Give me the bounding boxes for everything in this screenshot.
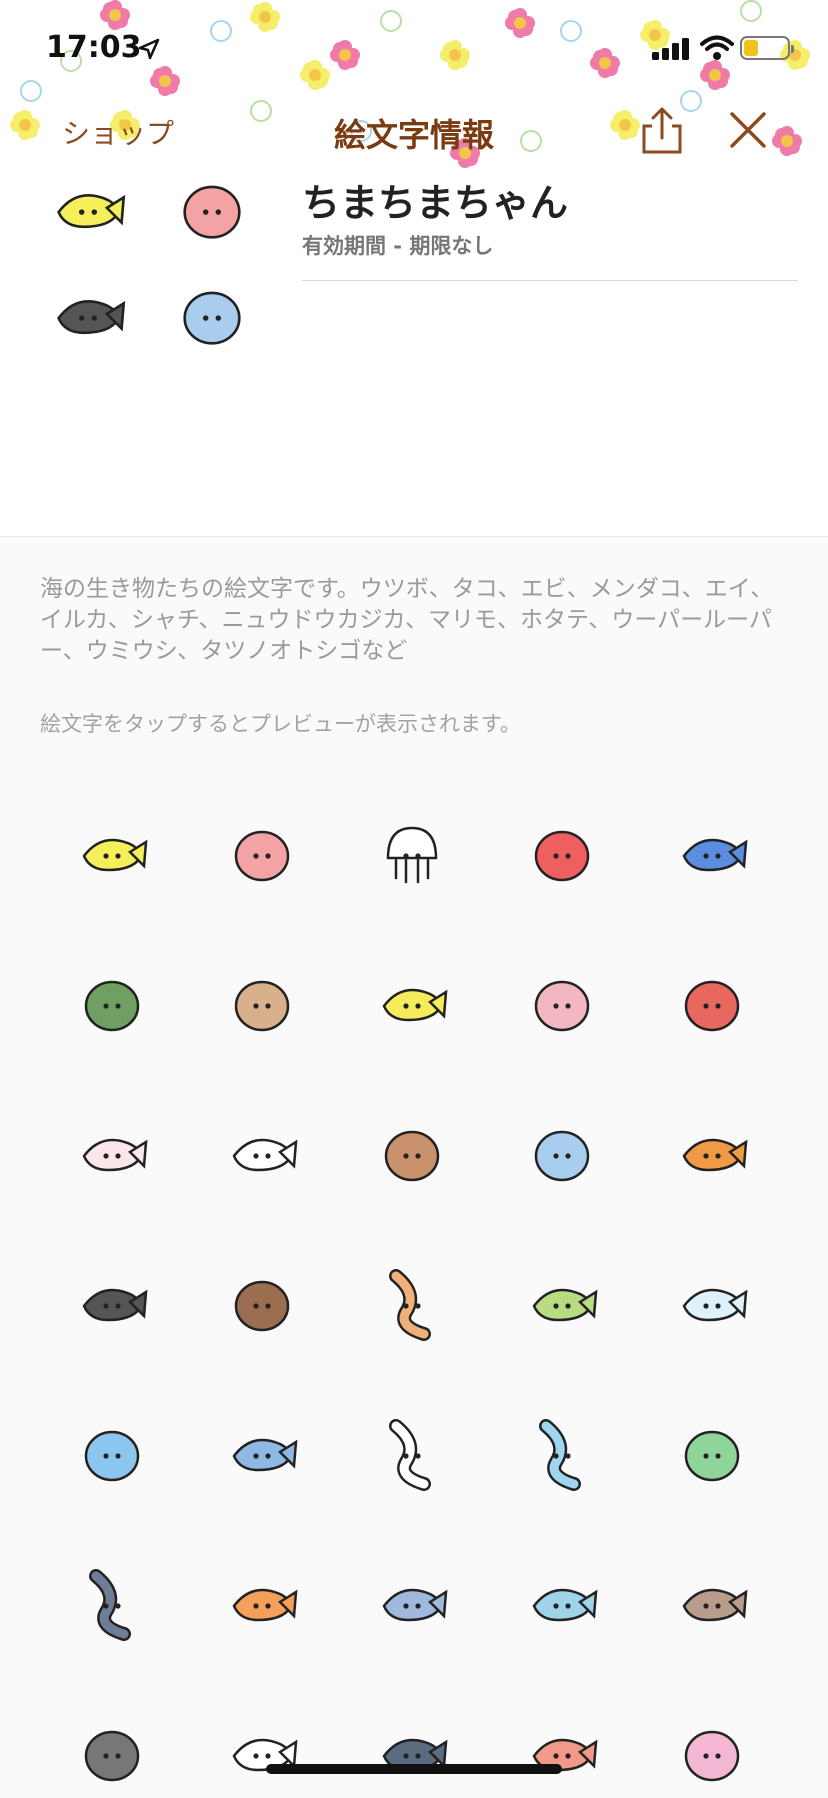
sea-slug-icon[interactable] (522, 1114, 602, 1194)
dumbo-pink-icon[interactable] (672, 1714, 752, 1794)
whale-shark-icon[interactable] (672, 814, 752, 894)
oarfish-icon[interactable] (372, 1564, 452, 1644)
striped-fish-icon[interactable] (372, 964, 452, 1044)
preview-hint: 絵文字をタップするとプレビューが表示されます。 (40, 712, 521, 736)
leaf-decoration (740, 0, 762, 22)
shrimp-icon (170, 168, 254, 256)
sea-urchin-icon[interactable] (222, 1264, 302, 1344)
sea-slug-icon (170, 274, 254, 362)
dumbo-octopus-icon[interactable] (672, 964, 752, 1044)
jellyfish-icon[interactable] (672, 1264, 752, 1344)
dolphin-icon[interactable] (522, 1564, 602, 1644)
wifi-icon (700, 35, 734, 60)
yellow-fish-icon[interactable] (72, 814, 152, 894)
leaf-decoration (380, 10, 402, 32)
divider (0, 536, 828, 537)
scallop-icon[interactable] (222, 964, 302, 1044)
ribbon-eel-icon[interactable] (522, 1414, 602, 1494)
sunfish-icon[interactable] (222, 1414, 302, 1494)
shrimp-icon[interactable] (222, 814, 302, 894)
orca-icon[interactable] (72, 1264, 152, 1344)
octopus-icon[interactable] (522, 814, 602, 894)
yellow-fish-icon (46, 168, 130, 256)
home-indicator (266, 1764, 562, 1774)
starfish-icon[interactable] (672, 1114, 752, 1194)
fish-bone-icon[interactable] (222, 1114, 302, 1194)
validity-label: 有効期間 - 期限なし (302, 234, 494, 258)
stingray-icon[interactable] (72, 1714, 152, 1794)
turtle-icon[interactable] (672, 1414, 752, 1494)
pack-description: 海の生き物たちの絵文字です。ウツボ、タコ、エビ、メンダコ、エイ、イルカ、シャチ、… (40, 576, 774, 664)
shark-icon[interactable] (672, 1564, 752, 1644)
pack-title: ちまちまちゃん (302, 181, 569, 225)
spotted-eel-icon[interactable] (372, 1414, 452, 1494)
status-time: 17:03 (46, 30, 142, 65)
whale-icon[interactable] (72, 1414, 152, 1494)
clam-icon[interactable] (372, 1114, 452, 1194)
seahorse-icon[interactable] (372, 1264, 452, 1344)
battery-icon (740, 36, 794, 60)
page-title: 絵文字情報 (333, 116, 494, 154)
close-icon[interactable] (728, 110, 768, 150)
axolotl-icon[interactable] (522, 964, 602, 1044)
leaf-fish-icon[interactable] (522, 1264, 602, 1344)
orca-icon (46, 274, 130, 362)
eel-icon[interactable] (72, 1564, 152, 1644)
location-arrow-icon (138, 38, 160, 60)
anglerfish-icon[interactable] (372, 1714, 452, 1794)
blobfish-icon[interactable] (522, 1714, 602, 1794)
divider (302, 280, 798, 281)
ghost-fish-icon[interactable] (72, 1114, 152, 1194)
leaf-decoration (560, 20, 582, 42)
leaf-decoration (210, 20, 232, 42)
cellular-signal-icon (652, 38, 689, 60)
share-icon[interactable] (640, 106, 684, 156)
clownfish-icon[interactable] (222, 1564, 302, 1644)
flatfish-icon[interactable] (222, 1714, 302, 1794)
squid-icon[interactable] (372, 814, 452, 894)
marimo-icon[interactable] (72, 964, 152, 1044)
leaf-decoration (20, 80, 42, 102)
